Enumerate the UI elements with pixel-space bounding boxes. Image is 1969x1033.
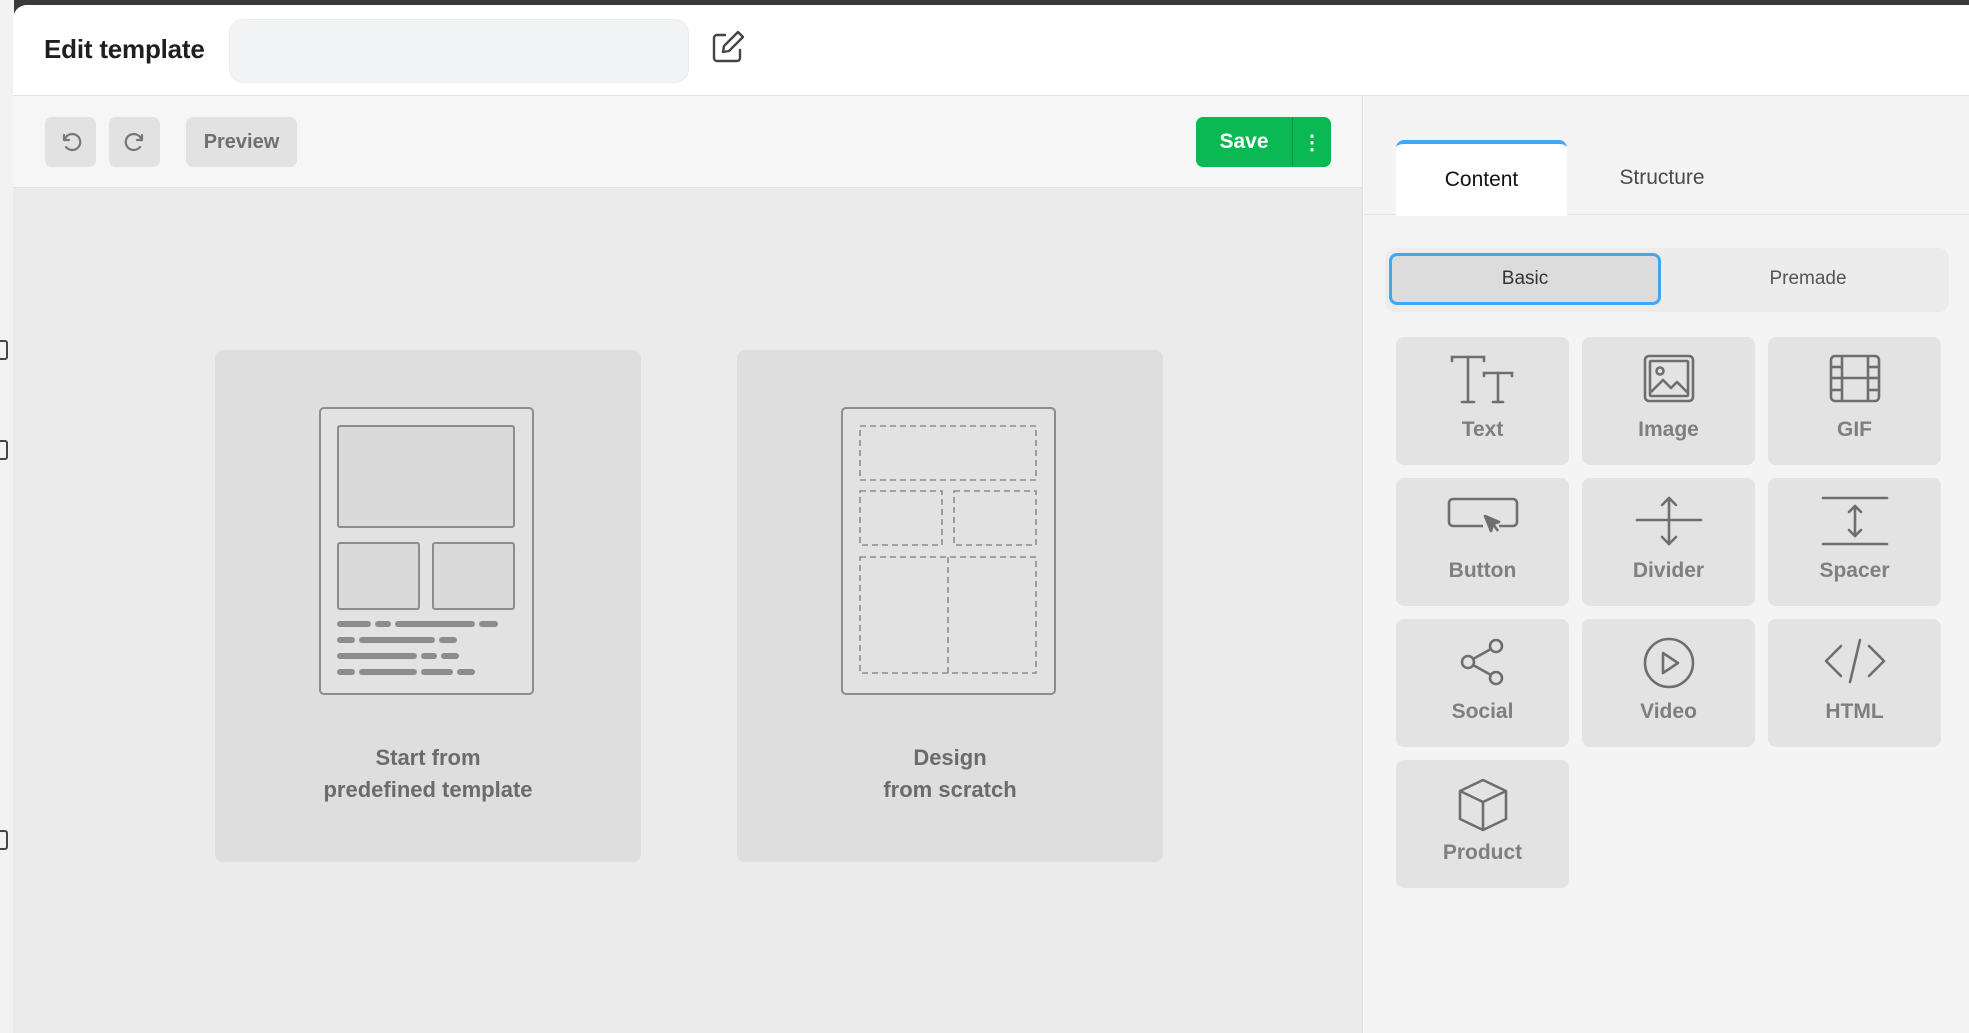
card-line-2: from scratch — [883, 777, 1017, 802]
block-label: Divider — [1632, 559, 1705, 582]
block-spacer[interactable]: Spacer — [1768, 478, 1941, 606]
save-options-button[interactable]: ⋮ — [1292, 117, 1331, 167]
edit-template-modal: Edit template Preview Save ⋮ Start from … — [13, 5, 1969, 1033]
block-button[interactable]: Button — [1396, 478, 1569, 606]
template-name-input[interactable] — [229, 19, 689, 83]
block-divider[interactable]: Divider — [1582, 478, 1755, 606]
block-label: Video — [1640, 700, 1697, 723]
tab-structure[interactable]: Structure — [1574, 140, 1750, 215]
start-from-template-card[interactable]: Start from predefined template — [215, 350, 641, 862]
undo-icon — [62, 132, 81, 152]
design-from-scratch-label: Design from scratch — [737, 742, 1163, 806]
undo-button[interactable] — [45, 117, 96, 167]
block-html[interactable]: HTML — [1768, 619, 1941, 747]
predefined-template-illustration — [319, 407, 534, 695]
editor-canvas-area: Preview Save ⋮ Start from predefined tem… — [13, 96, 1363, 1033]
button-icon — [1447, 497, 1518, 533]
content-panel: Content Structure Basic Premade Text Ima… — [1364, 96, 1969, 1033]
redo-button[interactable] — [109, 117, 160, 167]
block-label: Spacer — [1819, 559, 1890, 582]
block-label: Button — [1448, 559, 1517, 582]
html-icon — [1824, 638, 1885, 684]
block-label: Product — [1442, 841, 1523, 864]
panel-tabs: Content Structure — [1364, 96, 1969, 216]
card-line-2: predefined template — [323, 777, 533, 802]
block-label: Image — [1638, 418, 1699, 441]
social-icon — [1460, 638, 1503, 686]
spacer-icon — [1821, 496, 1888, 546]
block-label: HTML — [1825, 700, 1884, 723]
block-label: Social — [1451, 700, 1514, 723]
block-image[interactable]: Image — [1582, 337, 1755, 465]
start-from-template-label: Start from predefined template — [215, 742, 641, 806]
scratch-layout-illustration — [841, 407, 1056, 695]
segment-basic[interactable]: Basic — [1389, 253, 1661, 305]
block-label: GIF — [1837, 418, 1872, 441]
background-page-strip — [0, 0, 14, 1033]
card-line-1: Start from — [375, 745, 481, 770]
block-gif[interactable]: GIF — [1768, 337, 1941, 465]
more-vertical-icon: ⋮ — [1302, 131, 1322, 154]
card-line-1: Design — [913, 745, 987, 770]
gif-icon — [1829, 354, 1880, 403]
background-home-icon — [0, 340, 8, 360]
product-icon — [1458, 778, 1507, 832]
modal-header: Edit template — [13, 5, 1969, 96]
block-text[interactable]: Text — [1396, 337, 1569, 465]
edit-pencil-icon[interactable] — [708, 27, 748, 67]
block-type-toggle: Basic Premade — [1385, 248, 1949, 312]
background-nav-icon — [0, 440, 8, 460]
design-from-scratch-card[interactable]: Design from scratch — [737, 350, 1163, 862]
block-social[interactable]: Social — [1396, 619, 1569, 747]
background-box-icon — [0, 830, 8, 850]
block-product[interactable]: Product — [1396, 760, 1569, 888]
image-icon — [1643, 354, 1694, 403]
block-label: Text — [1461, 418, 1504, 441]
save-button[interactable]: Save — [1196, 117, 1292, 167]
modal-title: Edit template — [44, 34, 205, 64]
video-icon — [1643, 637, 1694, 689]
save-button-group: Save ⋮ — [1196, 117, 1331, 167]
redo-icon — [124, 132, 143, 152]
tab-content[interactable]: Content — [1396, 140, 1567, 216]
segment-premade[interactable]: Premade — [1670, 253, 1946, 305]
preview-button[interactable]: Preview — [186, 117, 297, 167]
editor-toolbar: Preview Save ⋮ — [13, 96, 1362, 188]
block-video[interactable]: Video — [1582, 619, 1755, 747]
divider-icon — [1635, 496, 1702, 546]
text-icon — [1450, 355, 1513, 404]
